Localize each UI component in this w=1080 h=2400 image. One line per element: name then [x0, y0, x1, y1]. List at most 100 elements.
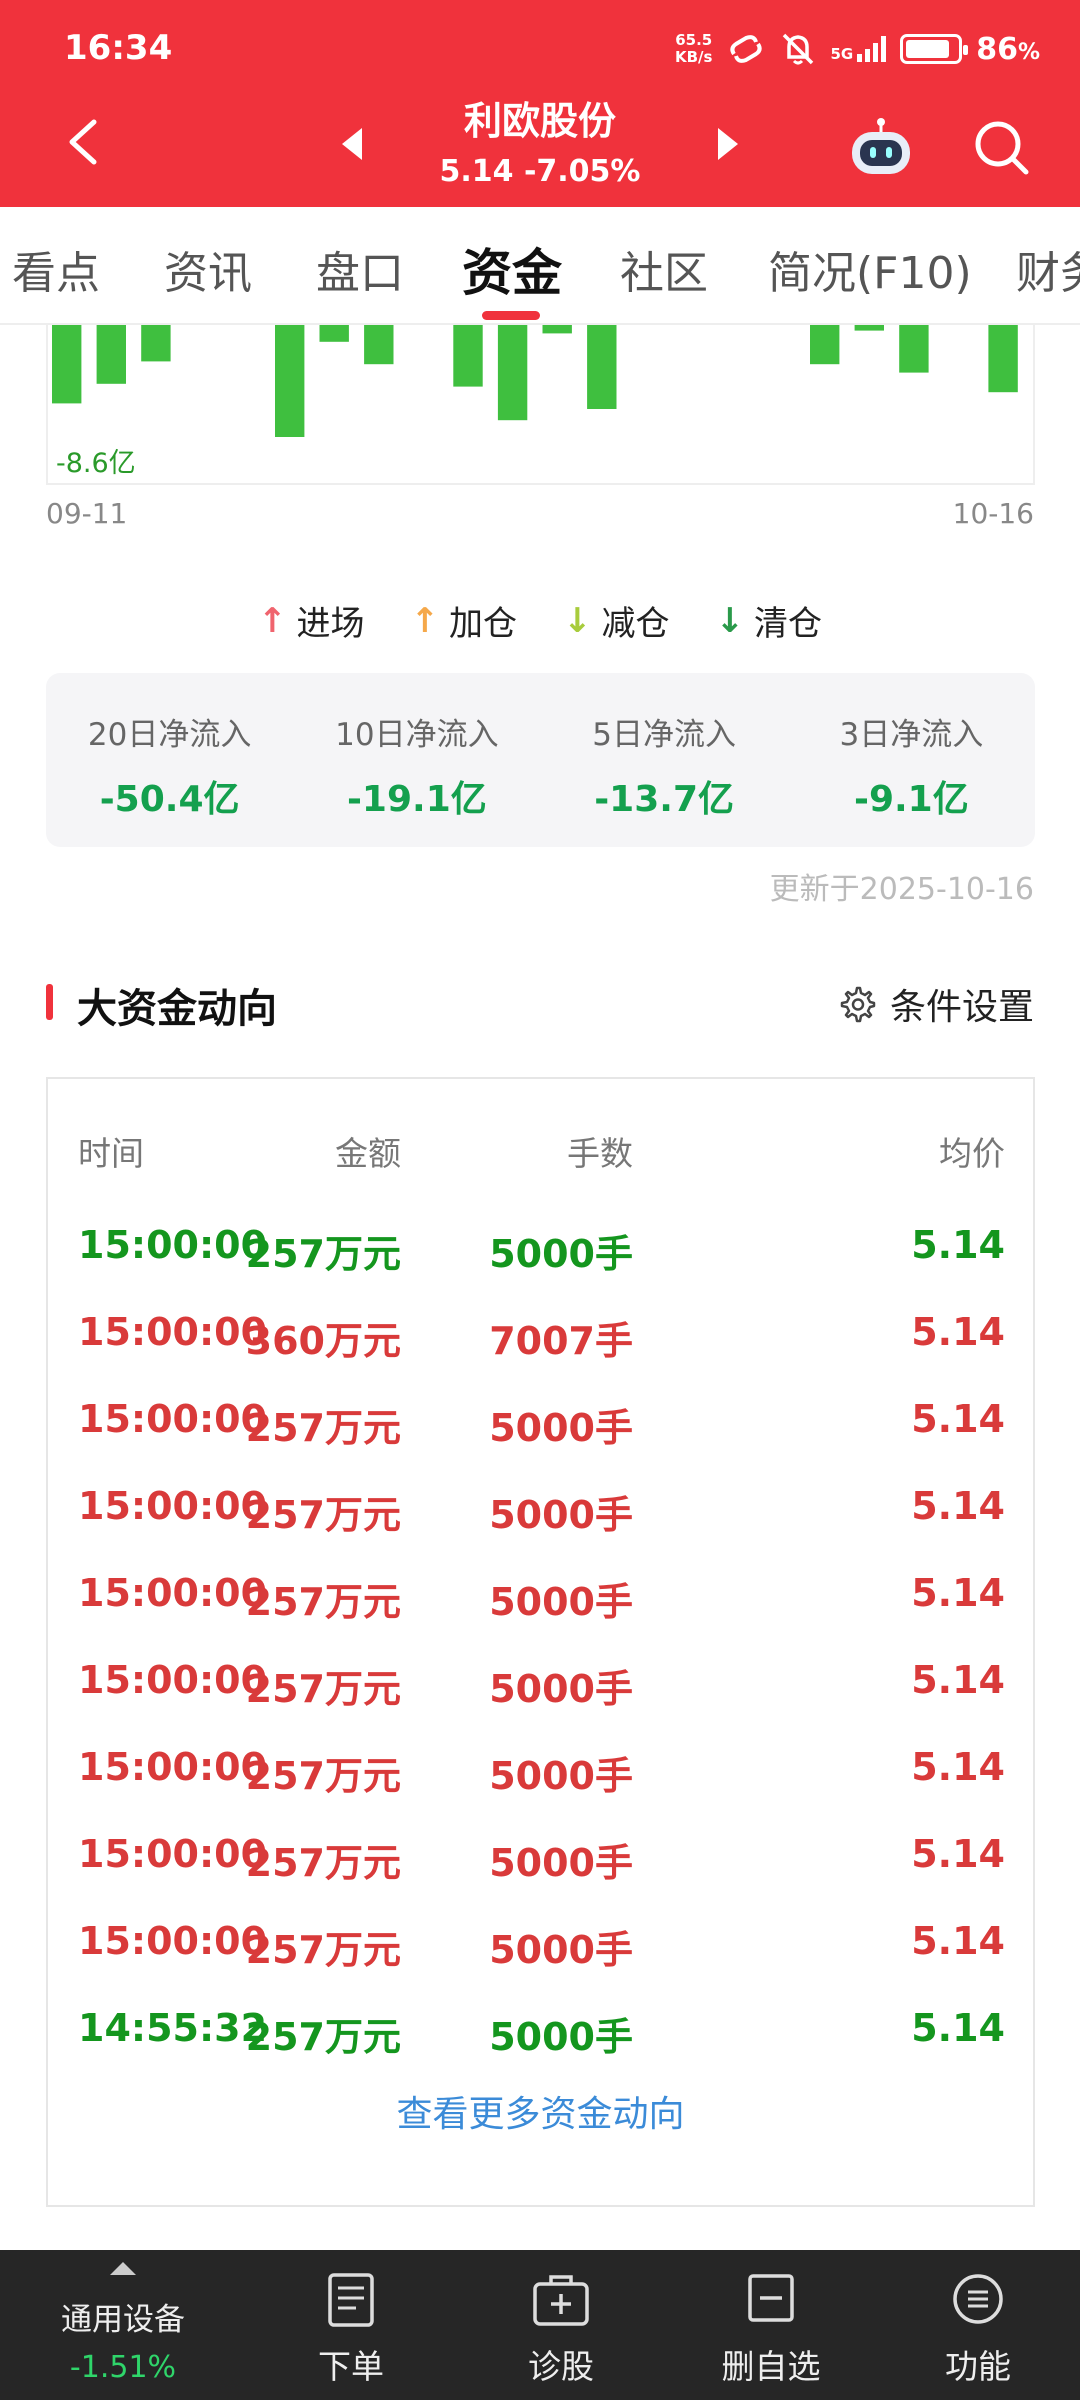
net-flow-20d: 20日净流入 -50.4亿	[46, 673, 293, 847]
table-row[interactable]: 15:00:00 257万元 5000手 5.14	[48, 1391, 1033, 1451]
tab-highlights[interactable]: 看点	[12, 237, 100, 301]
legend-clear: ↓ 清仓	[716, 596, 823, 645]
diagnose-label: 诊股	[528, 2347, 594, 2386]
cell-time: 15:00:00	[78, 1223, 268, 1267]
net-flow-10d: 10日净流入 -19.1亿	[293, 673, 540, 847]
battery-percent: 86%	[976, 31, 1040, 67]
status-icons: 65.5 KB/s 5G 86%	[675, 24, 1040, 74]
chart-bar	[497, 325, 528, 421]
sector-change: -1.51%	[69, 2350, 177, 2385]
condition-settings-label: 条件设置	[889, 987, 1034, 1028]
status-time: 16:34	[64, 28, 173, 68]
chart-legend: ↑ 进场 ↑ 加仓 ↓ 减仓 ↓ 清仓	[0, 596, 1080, 645]
tab-profile-f10[interactable]: 简况(F10)	[768, 237, 972, 301]
net-flow-5d: 5日净流入 -13.7亿	[541, 673, 788, 847]
cell-time: 15:00:00	[78, 1310, 268, 1354]
tab-news[interactable]: 资讯	[164, 237, 252, 301]
cell-time: 15:00:00	[78, 1919, 268, 1963]
table-row[interactable]: 15:00:00 257万元 5000手 5.14	[48, 1217, 1033, 1277]
tab-community[interactable]: 社区	[620, 237, 708, 301]
cell-amount: 257万元	[245, 1667, 401, 1711]
cell-lots: 5000手	[489, 1928, 633, 1972]
cell-amount: 257万元	[245, 2015, 401, 2059]
net-flow-label: 10日净流入	[335, 717, 499, 753]
remove-watchlist-button[interactable]: 删自选	[666, 2250, 876, 2400]
net-flow-summary: 20日净流入 -50.4亿 10日净流入 -19.1亿 5日净流入 -13.7亿…	[46, 673, 1035, 847]
cell-time: 15:00:00	[78, 1832, 268, 1876]
tab-orderbook[interactable]: 盘口	[316, 237, 404, 301]
condition-settings-button[interactable]: 条件设置	[838, 978, 1034, 1030]
cell-lots: 5000手	[489, 1754, 633, 1798]
link-icon	[730, 35, 763, 63]
table-row[interactable]: 14:55:32 257万元 5000手 5.14	[48, 2000, 1033, 2060]
sector-index-button[interactable]: 通用设备 -1.51%	[0, 2250, 246, 2400]
robot-assistant-icon[interactable]	[846, 116, 916, 180]
chart-bar	[364, 325, 394, 365]
arrow-up-icon: ↑	[258, 600, 287, 641]
net-flow-label: 5日净流入	[592, 717, 736, 753]
cell-lots: 5000手	[489, 1580, 633, 1624]
arrow-up-icon: ↑	[410, 600, 440, 641]
bell-off-icon	[783, 33, 814, 65]
table-row[interactable]: 15:00:00 257万元 5000手 5.14	[48, 1826, 1033, 1886]
legend-label: 减仓	[601, 604, 670, 644]
cell-lots: 7007手	[489, 1319, 633, 1363]
network-type: 5G	[830, 45, 854, 63]
table-row[interactable]: 15:00:00 257万元 5000手 5.14	[48, 1739, 1033, 1799]
chart-bar	[96, 325, 126, 384]
arrow-down-icon: ↓	[715, 600, 745, 641]
menu-label: 功能	[945, 2347, 1011, 2386]
stock-price-change: 5.14 -7.05%	[439, 154, 641, 189]
cell-price: 5.14	[911, 1397, 1005, 1441]
cell-amount: 257万元	[245, 1841, 401, 1885]
signal-5g-icon: 5G	[830, 36, 887, 63]
chart-min-label: -8.6亿	[56, 448, 136, 479]
view-more-link[interactable]: 查看更多资金动向	[48, 2085, 1033, 2137]
chart-bar	[988, 325, 1018, 393]
net-flow-value: -13.7亿	[594, 779, 734, 820]
cell-time: 14:55:32	[78, 2006, 268, 2050]
cell-amount: 360万元	[245, 1319, 401, 1363]
tab-finance[interactable]: 财务	[1016, 237, 1080, 301]
sector-name: 通用设备	[61, 2302, 185, 2338]
cell-amount: 257万元	[245, 1406, 401, 1450]
chart-bar	[453, 325, 483, 387]
table-row[interactable]: 15:00:00 257万元 5000手 5.14	[48, 1565, 1033, 1625]
table-row[interactable]: 15:00:00 360万元 7007手 5.14	[48, 1304, 1033, 1364]
cell-price: 5.14	[911, 1223, 1005, 1267]
cell-price: 5.14	[911, 1571, 1005, 1615]
table-row[interactable]: 15:00:00 257万元 5000手 5.14	[48, 1913, 1033, 1973]
col-header-price: 均价	[939, 1134, 1005, 1173]
diagnose-button[interactable]: 诊股	[456, 2250, 666, 2400]
chart-bar	[587, 325, 617, 409]
legend-label: 进场	[296, 604, 365, 644]
cell-lots: 5000手	[489, 1406, 633, 1450]
cell-lots: 5000手	[489, 1841, 633, 1885]
chart-bar	[854, 325, 884, 331]
tab-capital[interactable]: 资金	[462, 233, 562, 305]
legend-enter: ↑ 进场	[258, 596, 365, 645]
bottom-action-bar: 通用设备 -1.51% 下单 诊股 删自选 功能	[0, 2250, 1080, 2400]
back-icon[interactable]	[58, 114, 114, 170]
chart-x-end: 10-16	[952, 497, 1034, 530]
big-capital-table: 时间 金额 手数 均价 15:00:00 257万元 5000手 5.14 15:00:…	[46, 1077, 1035, 2207]
chart-bar	[141, 325, 171, 362]
cell-amount: 257万元	[245, 1580, 401, 1624]
cell-price: 5.14	[911, 1484, 1005, 1528]
cell-time: 15:00:00	[78, 1658, 268, 1702]
next-stock-icon[interactable]	[712, 124, 742, 164]
cell-lots: 5000手	[489, 2015, 633, 2059]
table-row[interactable]: 15:00:00 257万元 5000手 5.14	[48, 1478, 1033, 1538]
tab-bar: 看点 资讯 盘口 资金 社区 简况(F10) 财务	[0, 207, 1080, 325]
cell-time: 15:00:00	[78, 1745, 268, 1789]
search-icon[interactable]	[970, 116, 1032, 178]
table-row[interactable]: 15:00:00 257万元 5000手 5.14	[48, 1652, 1033, 1712]
legend-reduce: ↓ 减仓	[563, 596, 670, 645]
net-flow-value: -50.4亿	[99, 779, 240, 820]
cell-price: 5.14	[911, 1745, 1005, 1789]
order-button[interactable]: 下单	[246, 2250, 456, 2400]
menu-button[interactable]: 功能	[876, 2250, 1080, 2400]
cell-amount: 257万元	[245, 1232, 401, 1276]
chart-bar	[542, 325, 572, 334]
app-header: 16:34 65.5 KB/s 5G 86% 利欧股份 5.14 -7.05%	[0, 0, 1080, 207]
